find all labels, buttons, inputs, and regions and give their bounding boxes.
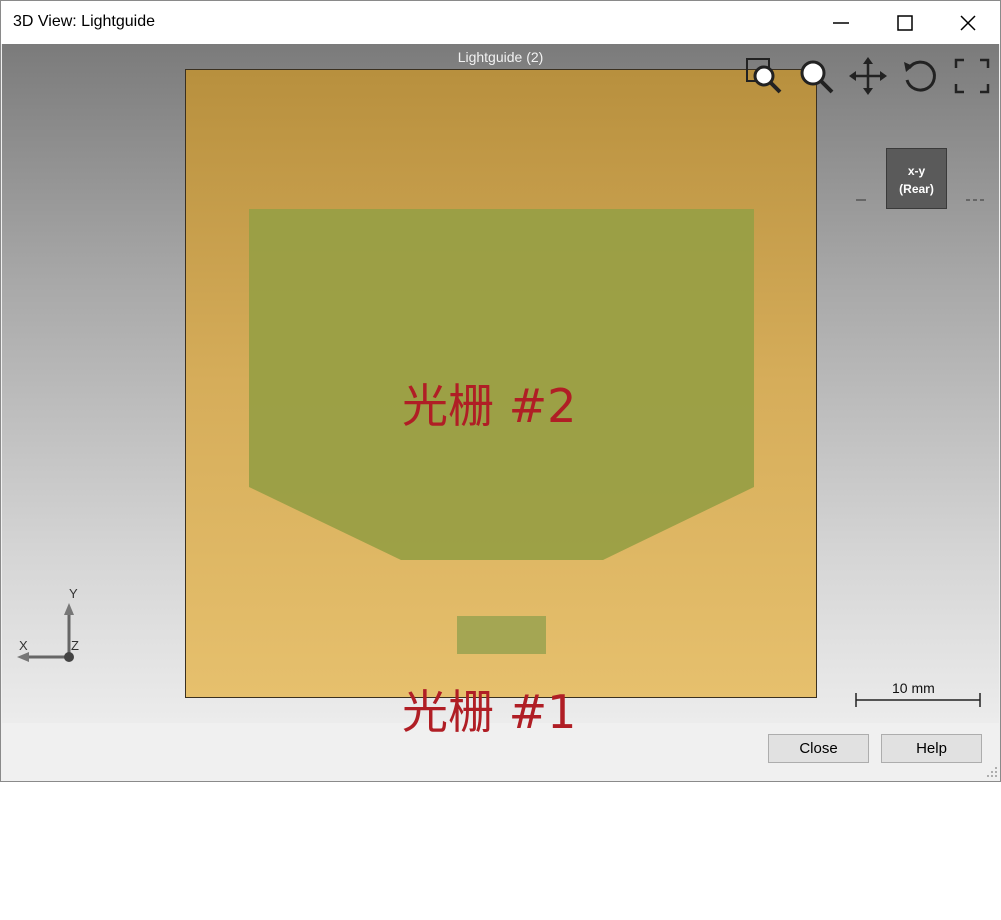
close-window-button[interactable] <box>936 1 1000 44</box>
close-button[interactable]: Close <box>768 734 869 763</box>
minimize-icon <box>833 21 849 24</box>
title-bar: 3D View: Lightguide <box>1 1 1000 44</box>
grating-2-annotation: 光栅 #2 <box>402 379 577 433</box>
scale-bar <box>855 693 981 707</box>
zoom-window-icon[interactable] <box>744 56 784 96</box>
z-axis-label: Z <box>71 638 79 653</box>
resize-grip-icon[interactable] <box>986 766 998 778</box>
help-button[interactable]: Help <box>881 734 982 763</box>
fit-view-icon[interactable] <box>952 56 992 96</box>
close-icon <box>960 14 976 31</box>
grating-1-shape <box>457 616 546 654</box>
window-title: 3D View: Lightguide <box>13 13 156 30</box>
rotate-icon[interactable] <box>900 56 940 96</box>
minimize-button[interactable] <box>809 1 873 44</box>
grating-1-annotation: 光栅 #1 <box>402 685 577 739</box>
y-axis-label: Y <box>69 586 78 601</box>
pan-icon[interactable] <box>848 56 888 96</box>
axis-triad <box>17 603 74 662</box>
maximize-button[interactable] <box>873 1 937 44</box>
x-axis-label: X <box>19 638 28 653</box>
maximize-icon <box>897 14 913 31</box>
viewcube-plane-label: x-y <box>907 164 926 178</box>
view-cube[interactable]: x-y (Rear) <box>886 148 947 209</box>
viewcube-side-label: (Rear) <box>899 182 934 196</box>
zoom-icon[interactable] <box>796 56 836 96</box>
